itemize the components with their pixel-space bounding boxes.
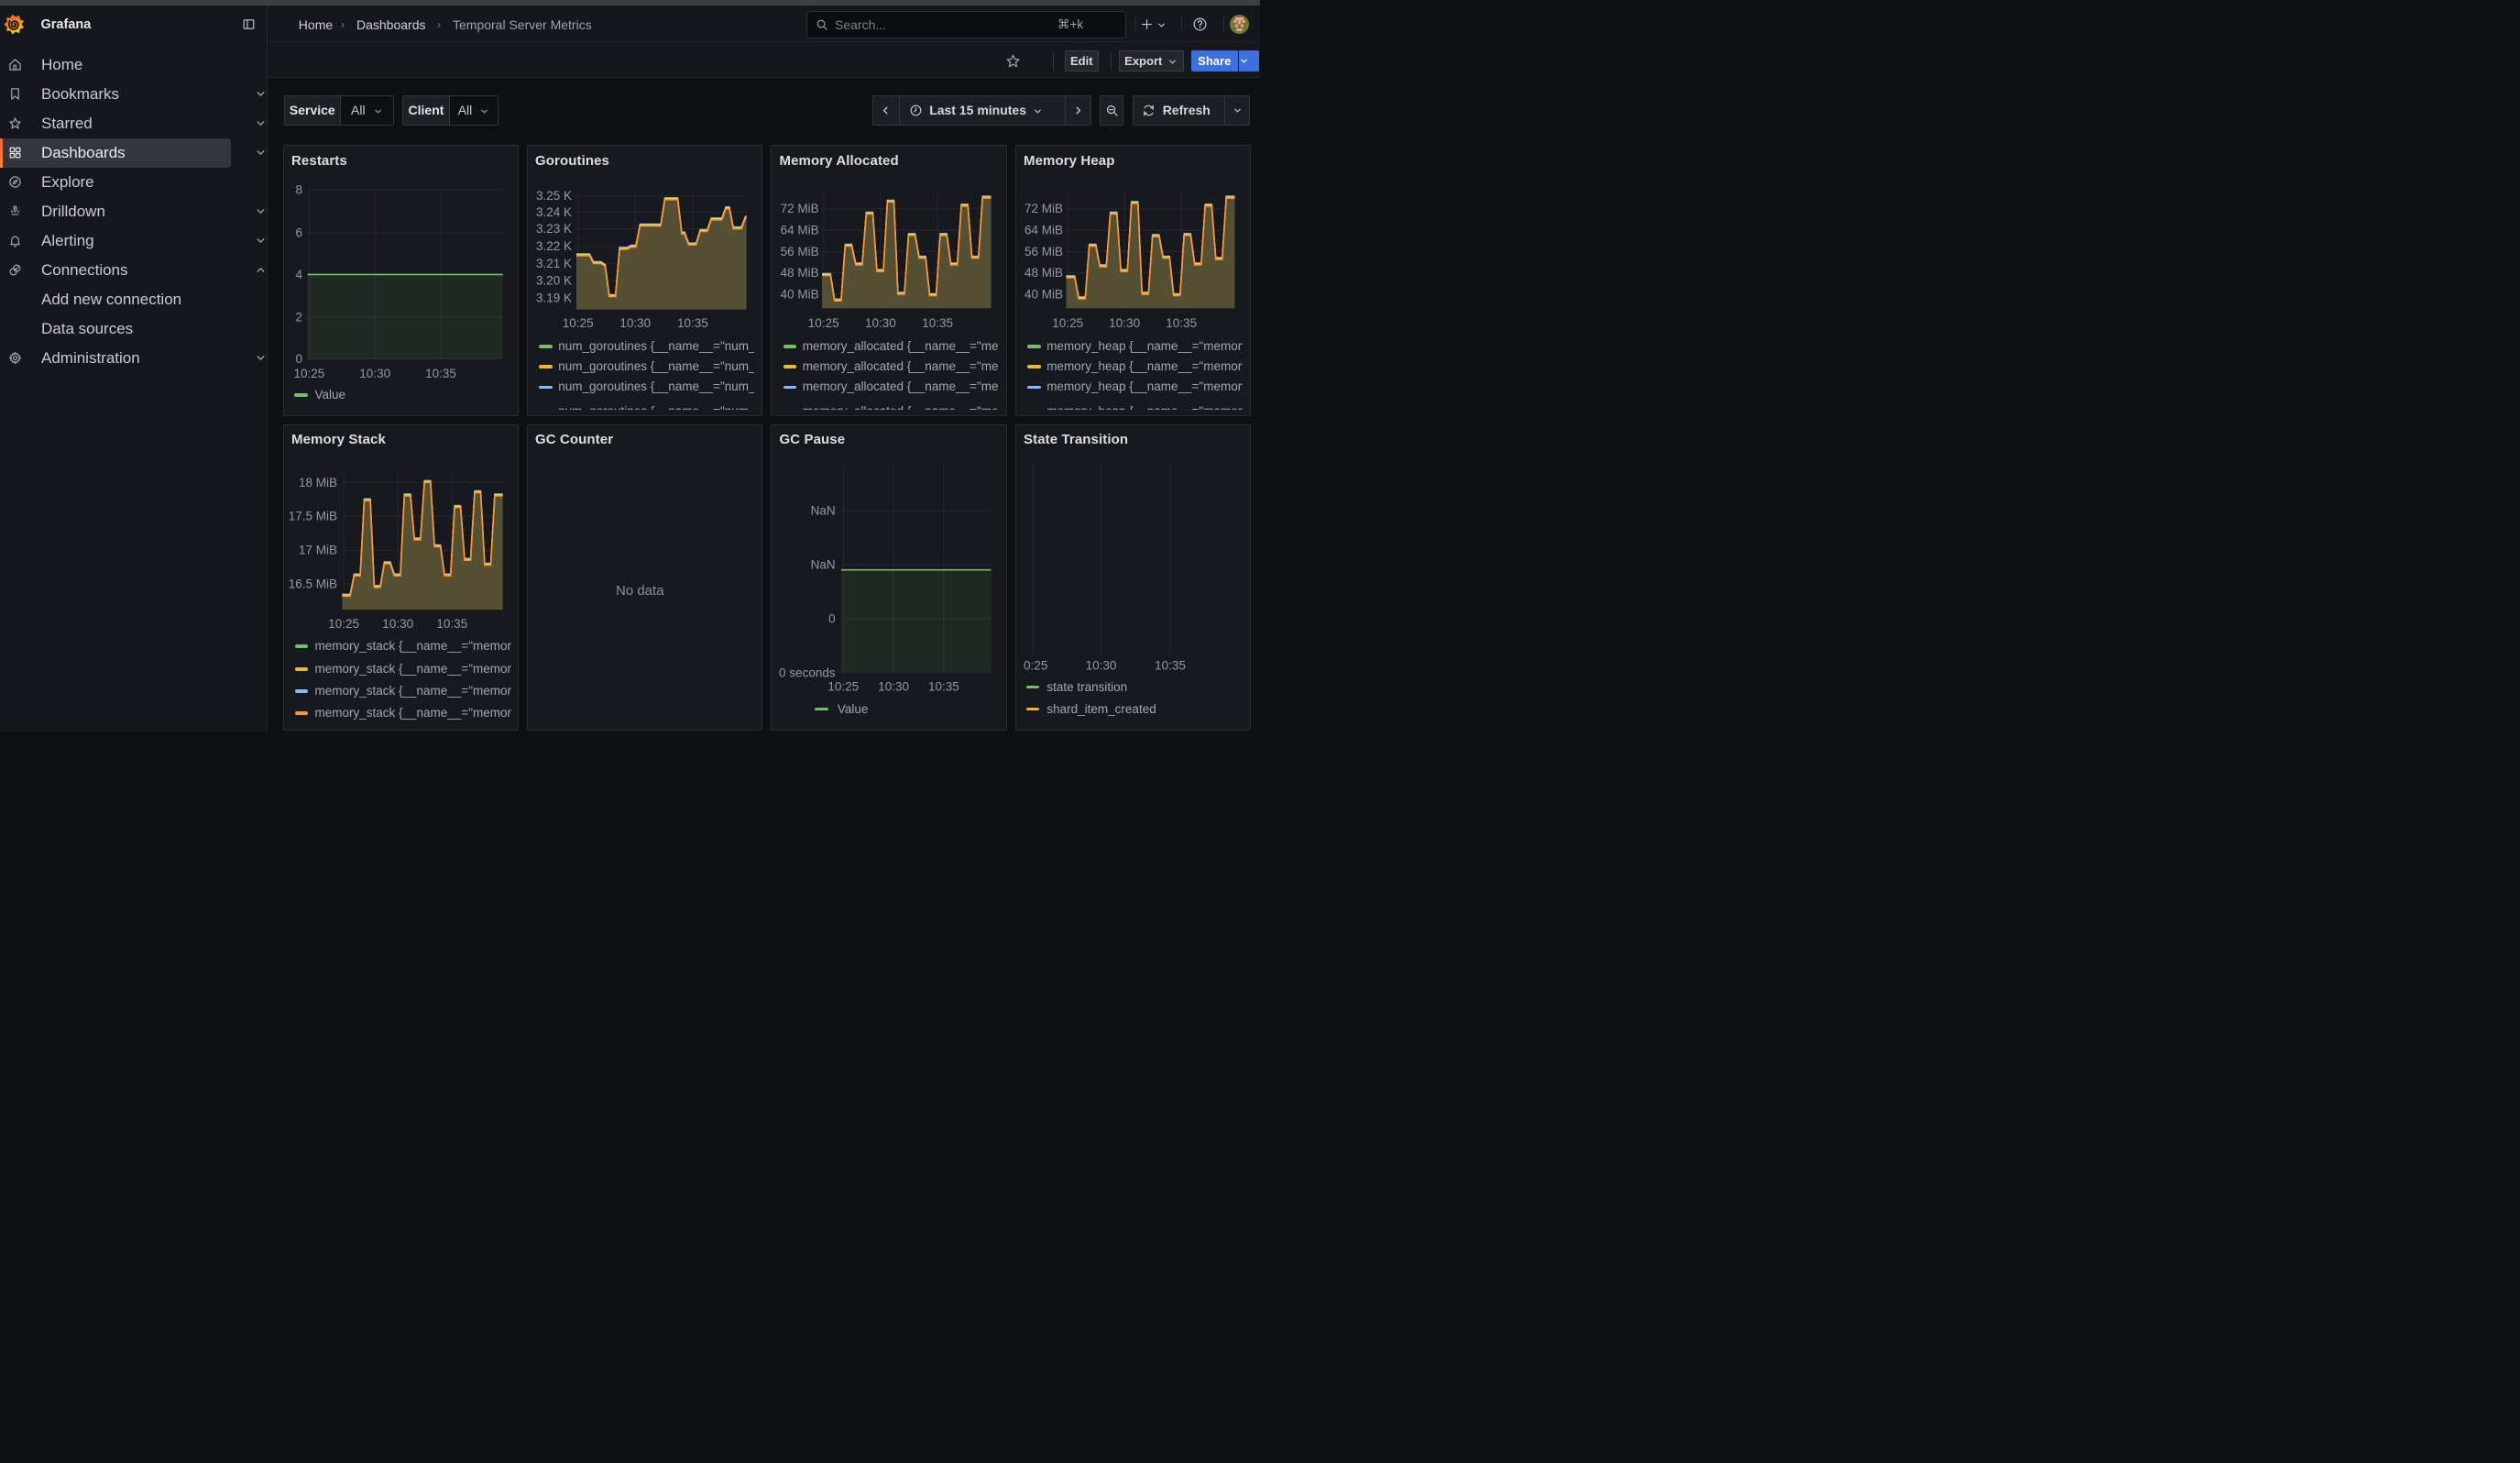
svg-text:10:35: 10:35 [677, 316, 708, 330]
svg-text:3.24 K: 3.24 K [536, 205, 572, 219]
svg-text:2: 2 [295, 311, 302, 324]
svg-text:72 MiB: 72 MiB [1024, 202, 1063, 215]
svg-text:48 MiB: 48 MiB [781, 266, 819, 280]
svg-text:6: 6 [295, 226, 302, 239]
svg-text:10:35: 10:35 [425, 367, 456, 380]
svg-text:10:25: 10:25 [1052, 316, 1083, 330]
svg-text:10:35: 10:35 [1155, 659, 1186, 673]
svg-text:10:25: 10:25 [328, 617, 359, 631]
svg-text:40 MiB: 40 MiB [1024, 287, 1063, 301]
svg-text:18 MiB: 18 MiB [299, 476, 337, 490]
svg-text:0: 0 [295, 352, 302, 366]
svg-text:10:25: 10:25 [808, 316, 839, 330]
svg-text:17 MiB: 17 MiB [299, 544, 337, 557]
svg-text:3.19 K: 3.19 K [536, 291, 572, 304]
svg-text:56 MiB: 56 MiB [781, 245, 819, 258]
svg-text:17.5 MiB: 17.5 MiB [289, 510, 337, 523]
svg-text:72 MiB: 72 MiB [781, 202, 819, 215]
svg-text:10:30: 10:30 [619, 316, 651, 330]
svg-text:10:30: 10:30 [382, 617, 413, 631]
svg-text:40 MiB: 40 MiB [781, 287, 819, 301]
svg-text:10:35: 10:35 [436, 617, 467, 631]
svg-text:64 MiB: 64 MiB [781, 224, 819, 237]
svg-text:4: 4 [295, 268, 302, 281]
svg-text:10:25: 10:25 [563, 316, 594, 330]
svg-text:10:35: 10:35 [1166, 316, 1197, 330]
svg-text:0 seconds: 0 seconds [779, 666, 836, 679]
svg-text:8: 8 [295, 183, 302, 197]
svg-text:10:35: 10:35 [922, 316, 953, 330]
svg-text:NaN: NaN [811, 504, 836, 518]
svg-text:10:30: 10:30 [878, 680, 909, 694]
svg-text:10:30: 10:30 [1086, 659, 1117, 673]
svg-text:3.21 K: 3.21 K [536, 257, 572, 270]
svg-text:10:30: 10:30 [865, 316, 896, 330]
svg-text:10:25: 10:25 [294, 367, 325, 380]
svg-text:0:25: 0:25 [1024, 659, 1047, 673]
svg-text:10:30: 10:30 [1109, 316, 1140, 330]
svg-text:10:25: 10:25 [827, 680, 859, 694]
svg-text:56 MiB: 56 MiB [1024, 245, 1063, 258]
svg-text:3.20 K: 3.20 K [536, 274, 572, 288]
svg-text:10:35: 10:35 [928, 680, 959, 694]
svg-text:48 MiB: 48 MiB [1024, 266, 1063, 280]
svg-text:3.23 K: 3.23 K [536, 222, 572, 236]
svg-text:16.5 MiB: 16.5 MiB [289, 578, 337, 591]
svg-text:3.25 K: 3.25 K [536, 189, 572, 203]
svg-text:NaN: NaN [811, 558, 836, 572]
svg-text:10:30: 10:30 [359, 367, 390, 380]
svg-text:0: 0 [828, 611, 836, 625]
svg-text:3.22 K: 3.22 K [536, 239, 572, 253]
svg-text:64 MiB: 64 MiB [1024, 224, 1063, 237]
